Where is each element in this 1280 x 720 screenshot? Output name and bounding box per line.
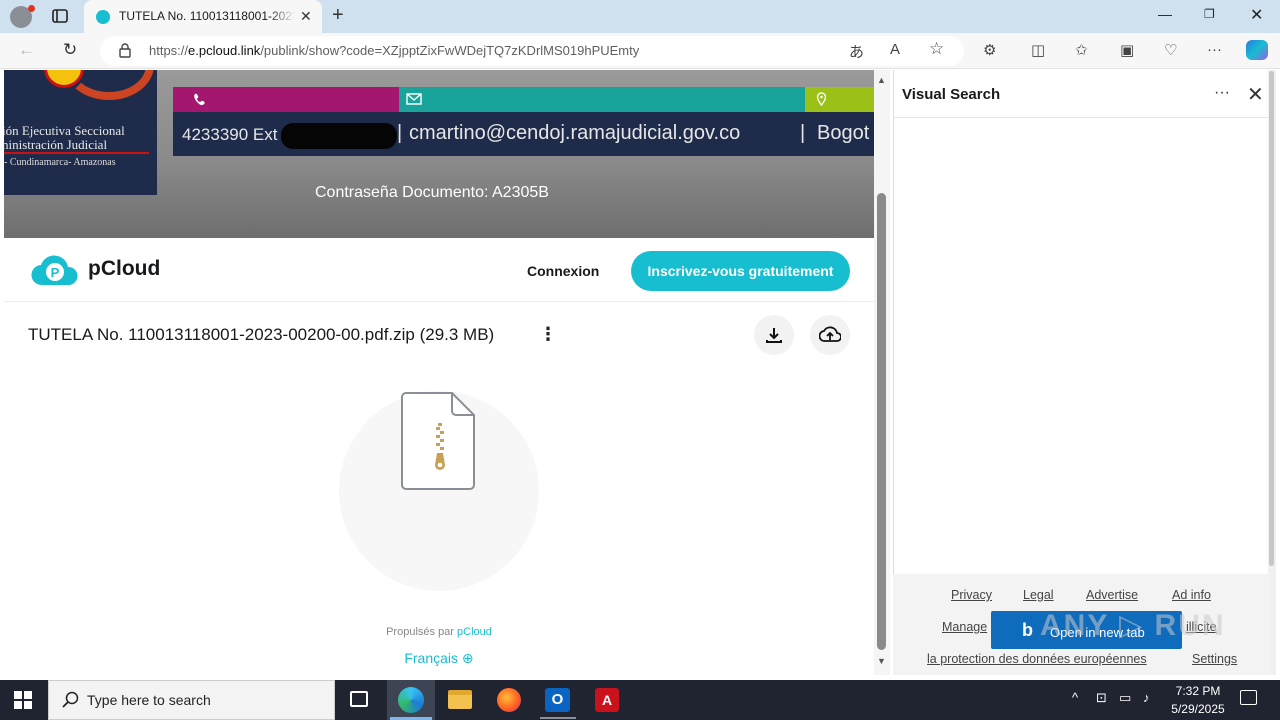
network-icon[interactable]: ▭ <box>1119 690 1131 706</box>
split-screen-icon[interactable]: ◫ <box>1031 41 1045 59</box>
task-view-icon[interactable] <box>350 691 368 707</box>
svg-text:P: P <box>51 265 60 280</box>
new-tab-button[interactable]: + <box>332 4 344 27</box>
eu-data-protection-link[interactable]: la protection des données européennes <box>927 652 1147 666</box>
lock-icon[interactable] <box>118 42 132 58</box>
side-panel-more-icon[interactable]: ··· <box>1214 84 1230 102</box>
legal-link[interactable]: Legal <box>1023 588 1054 602</box>
document-banner-image: ión Ejecutiva Seccional ninistración Jud… <box>4 70 874 238</box>
email-text: cmartino@cendoj.ramajudicial.gov.co <box>409 122 741 144</box>
cloud-upload-icon <box>819 326 841 342</box>
volume-icon[interactable]: ♪ <box>1143 690 1150 705</box>
clock-date[interactable]: 5/29/2025 <box>1160 702 1236 716</box>
pcloud-logo-icon[interactable]: P <box>30 255 80 287</box>
scroll-down-icon[interactable]: ▼ <box>877 656 886 666</box>
windows-start-icon[interactable] <box>14 691 32 709</box>
globe-icon: ⊕ <box>461 650 474 666</box>
bing-icon: b <box>1022 620 1033 640</box>
powered-by-link[interactable]: pCloud <box>457 626 492 638</box>
ad-info-link[interactable]: Ad info <box>1172 588 1211 602</box>
side-panel-close-icon[interactable]: ✕ <box>1247 82 1264 107</box>
url-text[interactable]: https://e.pcloud.link/publink/show?code=… <box>149 43 639 58</box>
page-viewport: ión Ejecutiva Seccional ninistración Jud… <box>4 70 874 675</box>
phone-icon <box>194 93 205 105</box>
translate-icon[interactable]: あ <box>849 41 864 62</box>
minimize-button[interactable]: — <box>1158 6 1172 22</box>
language-selector[interactable]: Français ⊕ <box>4 650 874 667</box>
org-line-3: - Cundinamarca- Amazonas <box>4 157 116 168</box>
outlook-icon[interactable]: O <box>545 688 570 712</box>
document-password-text: Contraseña Documento: A2305B <box>315 184 549 201</box>
zip-file-icon <box>401 392 475 490</box>
login-link[interactable]: Connexion <box>527 263 599 279</box>
running-app-indicator <box>540 717 576 719</box>
page-scroll-thumb[interactable] <box>877 193 886 650</box>
phone-strip <box>173 87 399 112</box>
edge-icon[interactable] <box>398 687 424 713</box>
back-button[interactable]: ← <box>18 40 35 60</box>
scroll-up-icon[interactable]: ▲ <box>877 75 886 85</box>
read-aloud-icon[interactable]: A <box>890 41 900 58</box>
copilot-icon[interactable] <box>1246 40 1268 60</box>
clock-time[interactable]: 7:32 PM <box>1168 684 1228 698</box>
phone-text: 4233390 Ext <box>182 125 278 144</box>
location-pin-icon <box>816 92 827 107</box>
file-title: TUTELA No. 110013118001-2023-00200-00.pd… <box>28 325 495 344</box>
manage-link[interactable]: Manage <box>942 620 987 634</box>
collections-icon[interactable]: ▣ <box>1120 41 1134 59</box>
browser-essentials-icon[interactable]: ♡ <box>1164 41 1177 59</box>
taskbar-search-placeholder[interactable]: Type here to search <box>87 692 211 708</box>
search-icon <box>62 691 79 708</box>
file-explorer-icon[interactable] <box>448 690 472 709</box>
city-text: Bogot <box>817 122 870 144</box>
powered-by-text: Propulsés par pCloud <box>386 626 492 638</box>
language-label[interactable]: Français <box>404 650 458 666</box>
restore-button[interactable]: ❐ <box>1204 7 1215 21</box>
signup-button[interactable]: Inscrivez-vous gratuitement <box>631 251 850 291</box>
watermark-logo: ANY ▷ RUN <box>1040 609 1226 642</box>
side-panel-divider <box>893 117 1273 118</box>
settings-more-icon[interactable]: ··· <box>1207 41 1222 58</box>
save-to-cloud-button[interactable] <box>810 315 850 355</box>
tray-device-icon[interactable]: ⊡ <box>1096 690 1107 706</box>
favorite-star-icon[interactable]: ☆ <box>929 39 944 59</box>
extensions-icon[interactable]: ⚙ <box>983 41 996 59</box>
notification-dot <box>28 5 35 12</box>
tab-title: TUTELA No. 110013118001-2023-0 <box>119 9 295 23</box>
separator: | <box>397 122 403 144</box>
settings-link[interactable]: Settings <box>1192 652 1237 666</box>
advertise-link[interactable]: Advertise <box>1086 588 1138 602</box>
firefox-icon[interactable] <box>497 688 521 712</box>
pcloud-brand-name[interactable]: pCloud <box>88 257 160 281</box>
separator: | <box>800 122 806 144</box>
side-panel-title: Visual Search <box>902 86 1001 103</box>
mail-strip <box>399 87 805 112</box>
pcloud-header: P pCloud Connexion Inscrivez-vous gratui… <box>4 238 874 302</box>
location-strip <box>805 87 874 112</box>
side-panel-scroll-thumb[interactable] <box>1269 71 1274 566</box>
window-close-button[interactable]: ✕ <box>1250 5 1263 25</box>
file-more-options-icon[interactable]: ⋮ <box>539 324 557 345</box>
favorites-icon[interactable]: ✩ <box>1075 41 1088 59</box>
tab-actions-icon[interactable] <box>50 7 70 25</box>
download-icon <box>766 328 782 343</box>
mail-icon <box>406 93 422 105</box>
redaction-mark <box>281 123 397 149</box>
tray-overflow-icon[interactable]: ^ <box>1072 690 1078 705</box>
download-button[interactable] <box>754 315 794 355</box>
privacy-link[interactable]: Privacy <box>951 588 992 602</box>
logo-divider <box>4 152 149 154</box>
organization-logo: ión Ejecutiva Seccional ninistración Jud… <box>4 70 157 195</box>
notification-center-icon[interactable] <box>1240 690 1257 705</box>
reload-button[interactable]: ↻ <box>63 40 77 60</box>
org-line-2: ninistración Judicial <box>4 137 108 152</box>
tab-close-icon[interactable]: ✕ <box>300 8 312 25</box>
acrobat-icon[interactable]: A <box>595 688 619 712</box>
pcloud-favicon-icon <box>96 10 110 24</box>
